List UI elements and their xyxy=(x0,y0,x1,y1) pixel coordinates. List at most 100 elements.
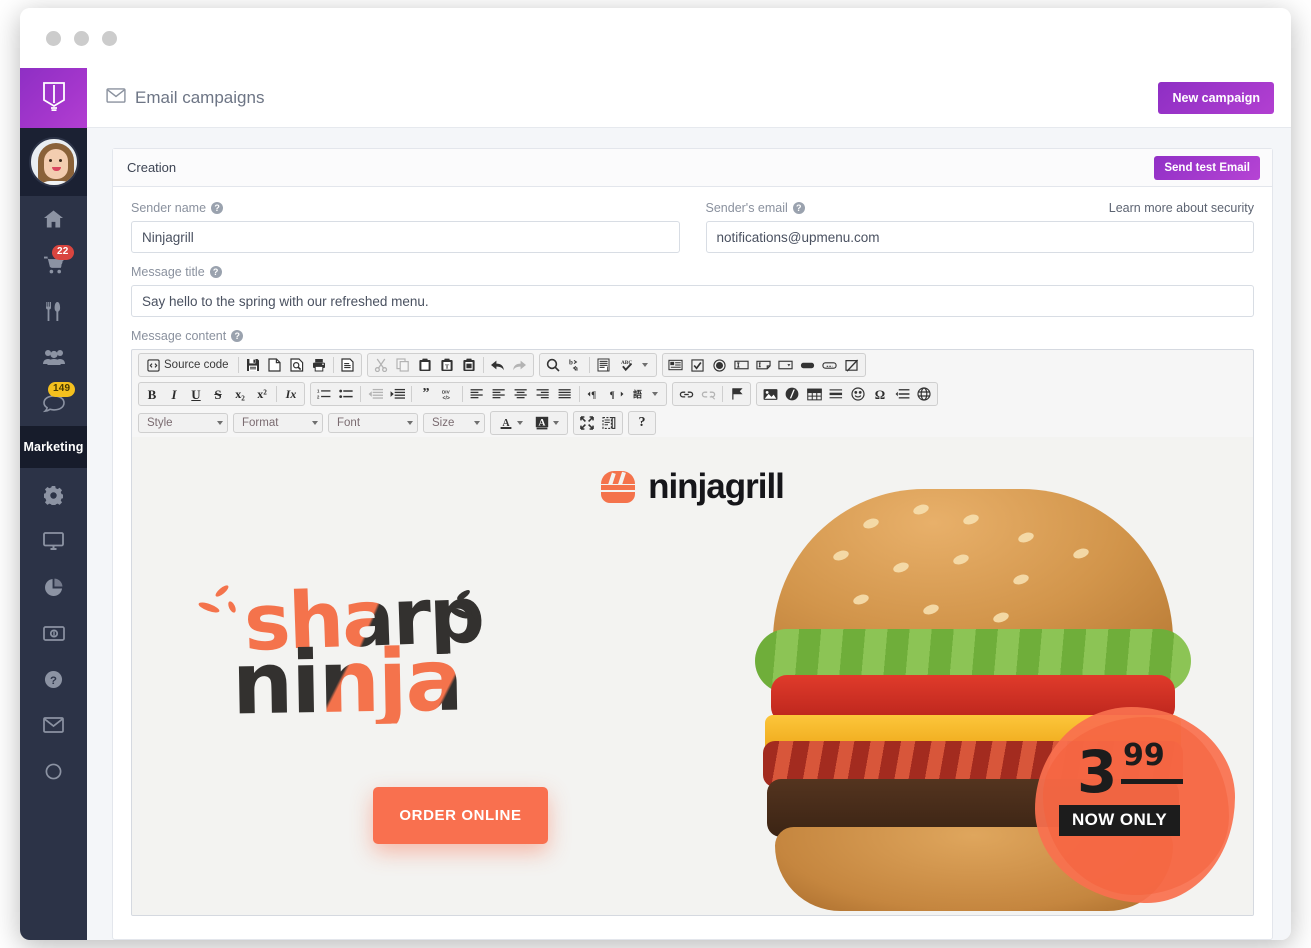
send-test-email-button[interactable]: Send test Email xyxy=(1154,155,1260,180)
flash-button[interactable] xyxy=(781,384,803,404)
undo-button[interactable] xyxy=(487,355,509,375)
horizontal-rule-button[interactable] xyxy=(825,384,847,404)
blockquote-button[interactable]: ” xyxy=(415,384,437,404)
sidebar-section-marketing[interactable]: Marketing xyxy=(20,426,87,468)
unlink-button[interactable] xyxy=(697,384,719,404)
anchor-button[interactable] xyxy=(726,384,748,404)
sidebar-item-status[interactable] xyxy=(20,748,87,794)
create-div-container-button[interactable]: DIV </> xyxy=(437,384,459,404)
email-preview-canvas[interactable]: ninjagrill sharp ninja ORDER ONLINE 3 99… xyxy=(132,437,1253,915)
special-character-button[interactable]: Ω xyxy=(869,384,891,404)
redo-button[interactable] xyxy=(509,355,531,375)
cut-button[interactable] xyxy=(370,355,392,375)
page-break-button[interactable] xyxy=(891,384,913,404)
help-icon[interactable]: ? xyxy=(792,202,805,214)
subscript-button[interactable]: x₂ xyxy=(229,384,251,404)
about-button[interactable]: ? xyxy=(631,413,653,433)
style-dropdown[interactable]: Style xyxy=(138,413,228,433)
link-button[interactable] xyxy=(675,384,697,404)
sidebar-item-customers[interactable] xyxy=(20,334,87,380)
remove-format-button[interactable]: Ix xyxy=(280,384,302,404)
text-field-button[interactable] xyxy=(731,355,753,375)
bold-button[interactable]: B xyxy=(141,384,163,404)
user-avatar-button[interactable] xyxy=(20,128,87,196)
selection-field-button[interactable] xyxy=(775,355,797,375)
sidebar-item-payments[interactable] xyxy=(20,610,87,656)
bulleted-list-button[interactable] xyxy=(335,384,357,404)
sidebar-item-home[interactable] xyxy=(20,196,87,242)
checkbox-button[interactable] xyxy=(687,355,709,375)
window-minimize-dot[interactable] xyxy=(74,30,89,46)
size-dropdown[interactable]: Size xyxy=(423,413,485,433)
numbered-list-button[interactable]: 12 xyxy=(313,384,335,404)
image-button-button[interactable] xyxy=(819,355,841,375)
copy-button[interactable] xyxy=(392,355,414,375)
maximize-button[interactable] xyxy=(576,413,598,433)
align-center-button[interactable] xyxy=(510,384,532,404)
underline-button[interactable]: U xyxy=(185,384,207,404)
increase-indent-button[interactable] xyxy=(386,384,408,404)
decrease-indent-button[interactable] xyxy=(364,384,386,404)
spell-check-button[interactable]: ABC xyxy=(615,355,654,375)
image-button[interactable] xyxy=(759,384,781,404)
iframe-button[interactable] xyxy=(913,384,935,404)
templates-button[interactable] xyxy=(337,355,359,375)
text-direction-rtl-button[interactable]: ¶ xyxy=(605,384,627,404)
window-close-dot[interactable] xyxy=(46,30,61,46)
sidebar-item-orders[interactable]: 22 xyxy=(20,242,87,288)
help-icon[interactable]: ? xyxy=(211,202,224,214)
sidebar-item-help[interactable]: ? xyxy=(20,656,87,702)
message-content-label-text: Message content xyxy=(131,329,227,343)
sidebar-item-statistics[interactable] xyxy=(20,564,87,610)
order-online-button[interactable]: ORDER ONLINE xyxy=(373,787,548,844)
help-icon[interactable]: ? xyxy=(209,266,222,278)
sender-name-input[interactable] xyxy=(131,221,680,253)
sidebar-item-menu[interactable] xyxy=(20,288,87,334)
source-code-button[interactable]: Source code xyxy=(141,355,235,375)
select-all-button[interactable]: I xyxy=(593,355,615,375)
learn-more-security-link[interactable]: Learn more about security xyxy=(1109,201,1254,215)
text-color-button[interactable]: A xyxy=(493,413,529,433)
format-dropdown[interactable]: Format xyxy=(233,413,323,433)
set-language-button[interactable]: 語 xyxy=(627,384,664,404)
new-campaign-button[interactable]: New campaign xyxy=(1158,81,1274,114)
new-page-button[interactable] xyxy=(264,355,286,375)
textarea-button[interactable] xyxy=(753,355,775,375)
form-button[interactable] xyxy=(665,355,687,375)
brand-logo-button[interactable] xyxy=(20,68,87,128)
envelope-icon xyxy=(43,717,64,733)
print-button[interactable] xyxy=(308,355,330,375)
help-icon[interactable]: ? xyxy=(231,330,244,342)
text-direction-ltr-button[interactable]: ¶ xyxy=(583,384,605,404)
background-color-button[interactable]: A xyxy=(529,413,565,433)
radio-button-button[interactable] xyxy=(709,355,731,375)
find-button[interactable] xyxy=(542,355,564,375)
sidebar-item-email[interactable] xyxy=(20,702,87,748)
save-button[interactable] xyxy=(242,355,264,375)
replace-button[interactable]: ba xyxy=(564,355,586,375)
smiley-button[interactable] xyxy=(847,384,869,404)
button-button[interactable] xyxy=(797,355,819,375)
sender-email-input[interactable] xyxy=(705,221,1254,253)
window-maximize-dot[interactable] xyxy=(102,30,117,46)
paste-button[interactable] xyxy=(414,355,436,375)
align-left-button[interactable] xyxy=(466,384,488,404)
sidebar-item-messages[interactable]: 149 xyxy=(20,380,87,426)
strikethrough-button[interactable]: S xyxy=(207,384,229,404)
table-button[interactable] xyxy=(803,384,825,404)
align-left-2-button[interactable] xyxy=(488,384,510,404)
sidebar-item-settings[interactable] xyxy=(20,472,87,518)
justify-button[interactable] xyxy=(554,384,576,404)
show-blocks-button[interactable] xyxy=(598,413,620,433)
paste-as-plain-text-button[interactable]: T xyxy=(436,355,458,375)
preview-button[interactable] xyxy=(286,355,308,375)
superscript-button[interactable]: x² xyxy=(251,384,273,404)
font-dropdown[interactable]: Font xyxy=(328,413,418,433)
sidebar-item-website[interactable] xyxy=(20,518,87,564)
toolbar-group-insert: Ω xyxy=(756,382,938,406)
hidden-field-button[interactable] xyxy=(841,355,863,375)
paste-from-word-button[interactable] xyxy=(458,355,480,375)
align-right-button[interactable] xyxy=(532,384,554,404)
message-title-input[interactable] xyxy=(131,285,1254,317)
italic-button[interactable]: I xyxy=(163,384,185,404)
